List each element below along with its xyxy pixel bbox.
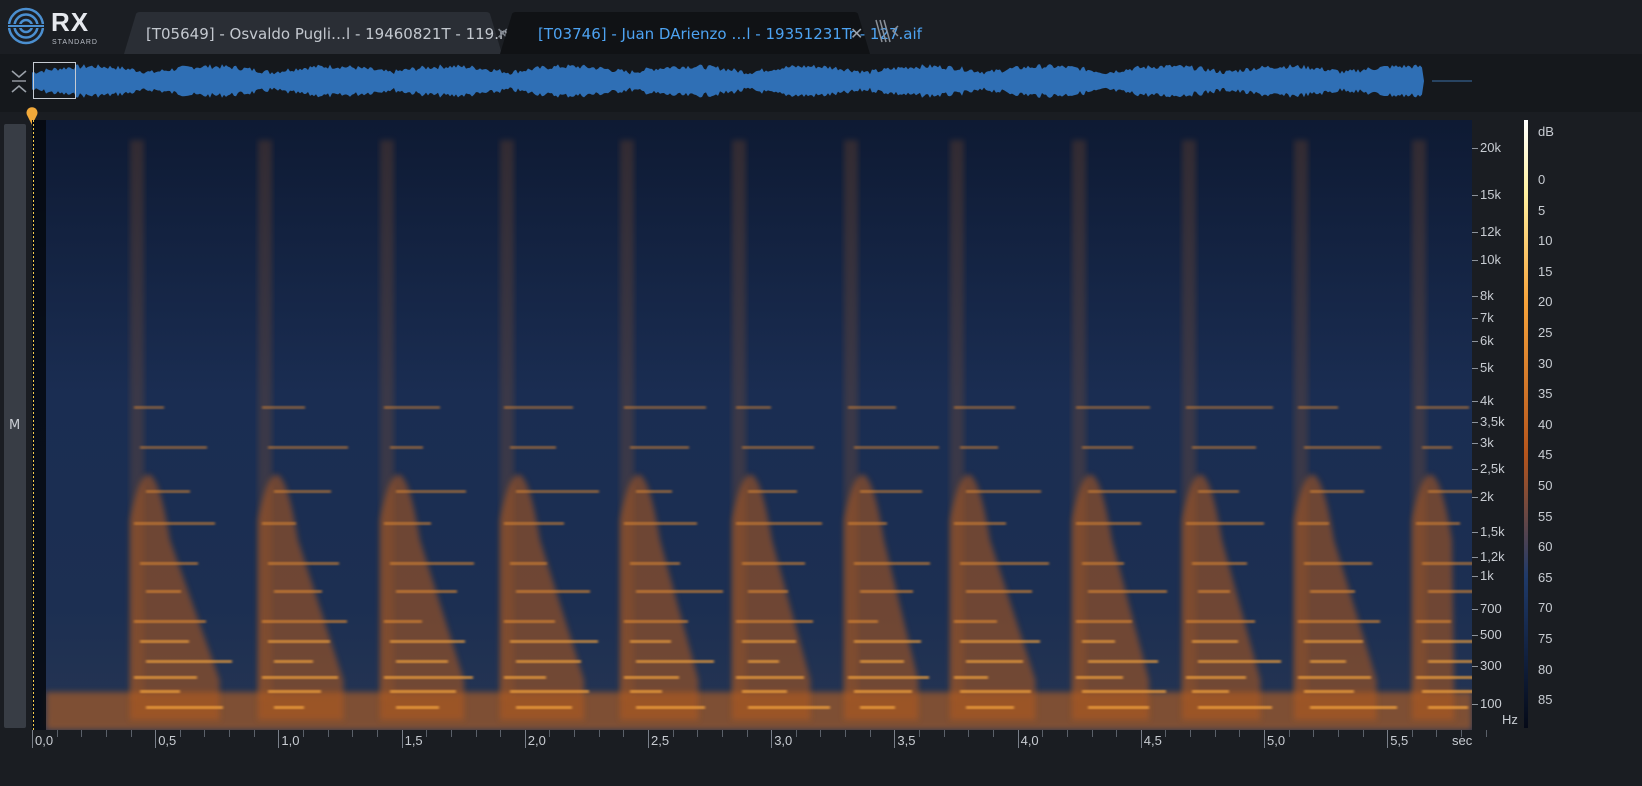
time-minor-tick	[697, 730, 699, 737]
rx-logo: RX STANDARD	[6, 6, 118, 48]
time-minor-tick	[549, 730, 551, 737]
time-minor-tick	[1288, 730, 1290, 737]
time-minor-tick	[845, 730, 847, 737]
time-minor-tick	[229, 730, 231, 737]
time-minor-tick	[869, 730, 871, 737]
db-tick: 10	[1538, 233, 1553, 249]
tab-file-1-label: [T05649] - Osvaldo Pugli…l - 19460821T -…	[146, 25, 533, 43]
time-minor-tick	[672, 730, 674, 737]
time-minor-tick	[475, 730, 477, 737]
spectrogram-display[interactable]	[32, 120, 1472, 730]
time-minor-tick	[1165, 730, 1167, 737]
time-minor-tick	[426, 730, 428, 737]
db-tick: 80	[1538, 661, 1553, 677]
overview-view-rectangle[interactable]	[33, 62, 76, 99]
db-tick: 30	[1538, 355, 1553, 371]
db-tick: 60	[1538, 539, 1553, 555]
db-unit: dB	[1538, 124, 1554, 139]
collapse-icon[interactable]	[10, 68, 28, 96]
db-tick: 40	[1538, 416, 1553, 432]
frequency-axis: 20k 15k 12k 10k 8k 7k 6k 5k 4k 3,5k 3k 2,5k 2k 1,5k 1,…	[1472, 120, 1524, 730]
time-unit: sec	[1452, 733, 1473, 748]
time-minor-tick	[1042, 730, 1044, 737]
time-minor-tick	[795, 730, 797, 737]
db-tick: 25	[1538, 325, 1553, 340]
time-minor-tick	[992, 730, 994, 737]
time-minor-tick	[968, 730, 970, 737]
tab-overflow-icon[interactable]	[874, 18, 906, 44]
db-tick: 20	[1538, 294, 1553, 310]
db-scale: dB 0 5 10 15 20 25 30 35 40 45 50 55 60 65 70 75 80 85	[1524, 120, 1642, 730]
db-tick: 70	[1538, 600, 1553, 616]
db-tick: 0	[1538, 172, 1546, 187]
close-icon[interactable]: ✕	[850, 24, 863, 43]
time-minor-tick	[1337, 730, 1339, 737]
db-tick: 75	[1538, 631, 1553, 646]
db-tick: 50	[1538, 478, 1553, 493]
tab-file-2[interactable]: [T03746] - Juan DArienzo …l - 19351231Tr…	[500, 12, 922, 54]
time-minor-tick	[1091, 730, 1093, 737]
time-minor-tick	[943, 730, 945, 737]
overview-waveform	[32, 64, 1472, 98]
db-tick: 35	[1538, 386, 1553, 402]
waveform-overview[interactable]	[0, 54, 1642, 112]
time-minor-tick	[1313, 730, 1315, 737]
time-axis: 0,0 0,5 1,0 1,5 2,0 2,5 3,0 3,5 4,0 4,5 5,0 5,5	[32, 730, 1487, 786]
time-minor-tick	[598, 730, 600, 737]
time-minor-tick	[1411, 730, 1413, 737]
channel-strip[interactable]: M	[4, 124, 26, 728]
tab-bar: RX STANDARD [T05649] - Osvaldo Pugli…l -…	[0, 0, 1642, 54]
time-minor-tick	[746, 730, 748, 737]
time-minor-tick	[1190, 730, 1192, 737]
rx-logo-icon	[6, 7, 48, 45]
time-minor-tick	[919, 730, 921, 737]
time-minor-tick	[56, 730, 58, 737]
db-color-bar	[1524, 120, 1528, 728]
time-minor-tick	[450, 730, 452, 737]
tab-file-1[interactable]: [T05649] - Osvaldo Pugli…l - 19460821T -…	[124, 12, 533, 54]
time-minor-tick	[376, 730, 378, 737]
time-minor-tick	[721, 730, 723, 737]
time-minor-tick	[105, 730, 107, 737]
db-tick: 65	[1538, 569, 1553, 585]
logo-text: RX	[51, 7, 90, 37]
time-minor-tick	[1362, 730, 1364, 737]
time-minor-tick	[1485, 730, 1487, 737]
db-tick: 85	[1538, 692, 1553, 708]
time-minor-tick	[500, 730, 502, 737]
time-minor-tick	[1239, 730, 1241, 737]
frequency-unit: Hz	[1502, 712, 1518, 727]
logo-subtext: STANDARD	[52, 39, 98, 46]
db-tick: 55	[1538, 508, 1553, 524]
time-minor-tick	[1116, 730, 1118, 737]
db-tick: 15	[1538, 263, 1553, 279]
time-minor-tick	[1436, 730, 1438, 737]
time-minor-tick	[352, 730, 354, 737]
time-minor-tick	[1066, 730, 1068, 737]
db-tick: 45	[1538, 447, 1553, 463]
time-minor-tick	[253, 730, 255, 737]
time-minor-tick	[130, 730, 132, 737]
tab-file-2-label: [T03746] - Juan DArienzo …l - 19351231Tr…	[538, 25, 922, 43]
time-minor-tick	[1214, 730, 1216, 737]
channel-label: M	[9, 418, 21, 433]
time-minor-tick	[179, 730, 181, 737]
time-minor-tick	[574, 730, 576, 737]
time-minor-tick	[623, 730, 625, 737]
time-minor-tick	[303, 730, 305, 737]
time-minor-tick	[820, 730, 822, 737]
time-minor-tick	[204, 730, 206, 737]
time-minor-tick	[81, 730, 83, 737]
db-tick: 5	[1538, 202, 1546, 218]
time-minor-tick	[327, 730, 329, 737]
